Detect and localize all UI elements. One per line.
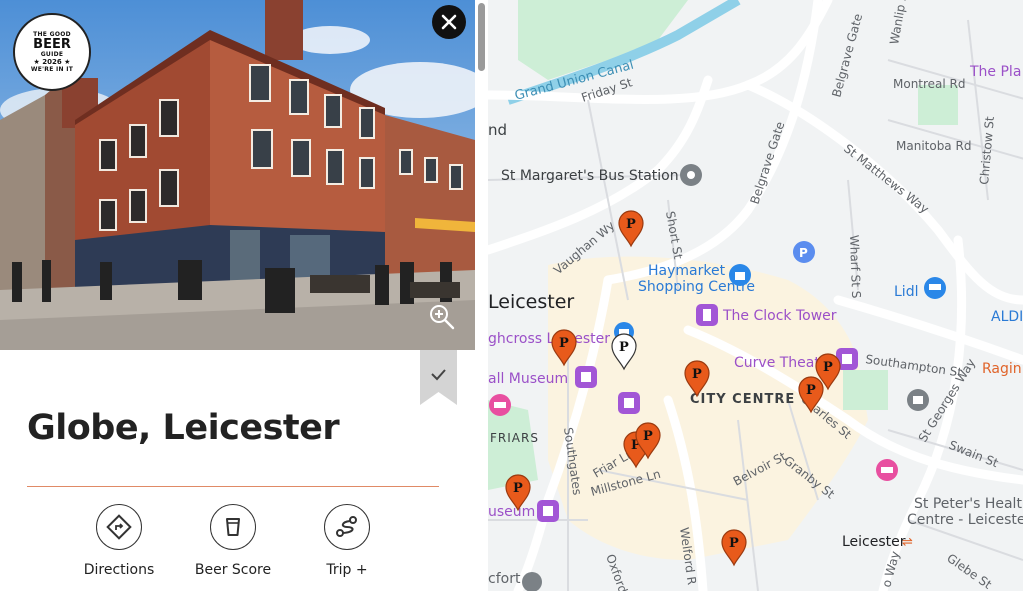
map-label-wharf-st-s: Wharf St S <box>847 235 863 299</box>
venue-title: Globe, Leicester <box>27 408 340 448</box>
map-label-short-st: Short St <box>663 210 685 260</box>
rail-icon: ⇌ <box>902 535 913 550</box>
trip-route-icon <box>336 516 357 537</box>
map-label-manitoba-rd: Manitoba Rd <box>896 139 971 153</box>
venue-photo: THE GOOD BEER GUIDE ★ 2026 ★ WE'RE IN IT <box>0 0 475 350</box>
photo-zoom-button[interactable] <box>428 303 456 331</box>
pub-pin-glyph: P <box>823 360 833 375</box>
cart-icon[interactable] <box>924 277 946 299</box>
bookmark-button[interactable] <box>420 350 457 405</box>
directions-icon <box>106 514 132 540</box>
map-label-glebe-st: Glebe St <box>944 551 994 591</box>
map-label-nd: nd <box>488 121 507 139</box>
pub-pin-glyph: P <box>513 481 523 496</box>
shopping-bag-icon[interactable] <box>729 264 751 286</box>
map-label-oxford: Oxford <box>603 552 630 591</box>
badge-line4: ★ 2026 ★ <box>33 58 71 66</box>
pub-pin-glyph: P <box>692 367 702 382</box>
map-label-the-plaza: The Pla <box>969 64 1021 80</box>
map-label-st-peters-1: St Peter's Health <box>914 496 1023 512</box>
badge-line5: WE'RE IN IT <box>30 66 74 73</box>
close-button[interactable] <box>432 5 466 39</box>
map-label-st-peters-2: Centre - Leiceste <box>907 512 1023 528</box>
map-label-aldi: ALDI <box>991 309 1023 325</box>
map-label-ragin: Ragin <box>982 361 1022 377</box>
pub-pin-glyph: P <box>643 429 653 444</box>
map-label-friars: FRIARS <box>490 431 539 445</box>
map-label-belgrave-gate: Belgrave Gate <box>829 12 865 99</box>
map-view[interactable]: Grand Union Canal Friday St Belgrave Gat… <box>488 0 1023 591</box>
beer-score-label: Beer Score <box>194 562 272 578</box>
map-label-cfort: cfort <box>488 571 521 587</box>
hotel-icon[interactable] <box>489 394 511 416</box>
trip-add-label: Trip + <box>326 562 368 578</box>
pub-pin-glyph: P <box>559 336 569 351</box>
pub-pin-glyph: P <box>806 383 816 398</box>
map-label-lidl: Lidl <box>894 284 918 300</box>
map-label-wanlip-st: Wanlip St <box>887 0 911 46</box>
divider <box>27 486 439 487</box>
map-label-leicester-station: Leicester <box>842 534 906 550</box>
svg-text:⇌: ⇌ <box>902 535 913 550</box>
svg-text:P: P <box>799 246 808 260</box>
map-label-clock-tower: The Clock Tower <box>722 308 837 324</box>
map-label-city-centre: CITY CENTRE <box>690 392 795 407</box>
pub-pin-glyph: P <box>729 536 739 551</box>
badge-line2: BEER <box>33 37 71 52</box>
map-label-highcross: ghcross Leicester <box>488 331 610 347</box>
directions-button[interactable]: Directions <box>59 504 179 578</box>
clock-tower-icon[interactable] <box>696 304 718 326</box>
badge-line3: GUIDE <box>40 51 64 58</box>
map-label-o-way: o Way <box>879 550 902 589</box>
bus-station-icon[interactable] <box>680 164 702 186</box>
good-beer-guide-badge: THE GOOD BEER GUIDE ★ 2026 ★ WE'RE IN IT <box>13 13 91 91</box>
museum-icon[interactable] <box>575 366 597 388</box>
pub-pin[interactable]: P <box>721 529 747 567</box>
hotel-icon-2[interactable] <box>876 459 898 481</box>
landmark-icon[interactable] <box>907 389 929 411</box>
pub-pin[interactable]: P <box>618 210 644 248</box>
gallery-icon[interactable] <box>618 392 640 414</box>
panel-scrollbar-thumb[interactable] <box>478 3 485 71</box>
map-label-hall-museum: all Museum <box>488 371 568 387</box>
directions-label: Directions <box>83 562 155 578</box>
beer-glass-icon <box>226 518 240 536</box>
map-label-montreal-rd: Montreal Rd <box>893 77 966 91</box>
beer-score-button[interactable]: Beer Score <box>173 504 293 578</box>
map-label-museum: useum <box>488 504 535 520</box>
pub-pin-glyph: P <box>626 217 636 232</box>
map-label-leicester: Leicester <box>488 291 574 313</box>
map-label-haymarket-1: Haymarket <box>648 263 726 279</box>
venue-panel: THE GOOD BEER GUIDE ★ 2026 ★ WE'RE IN IT… <box>0 0 488 591</box>
zoom-in-icon <box>430 305 455 330</box>
close-icon <box>441 14 457 30</box>
map-label-belgrave-gate-2: Belgrave Gate <box>748 120 788 206</box>
panel-scrollbar-track[interactable] <box>475 0 488 591</box>
parking-icon[interactable]: P <box>793 241 815 263</box>
trip-add-button[interactable]: Trip + <box>287 504 407 578</box>
museum-icon-2[interactable] <box>537 500 559 522</box>
pub-pin-glyph: P <box>619 340 629 355</box>
map-label-curve-theatre: Curve Theatr <box>734 355 826 371</box>
map-label-bus-station: St Margaret's Bus Station <box>501 168 679 184</box>
